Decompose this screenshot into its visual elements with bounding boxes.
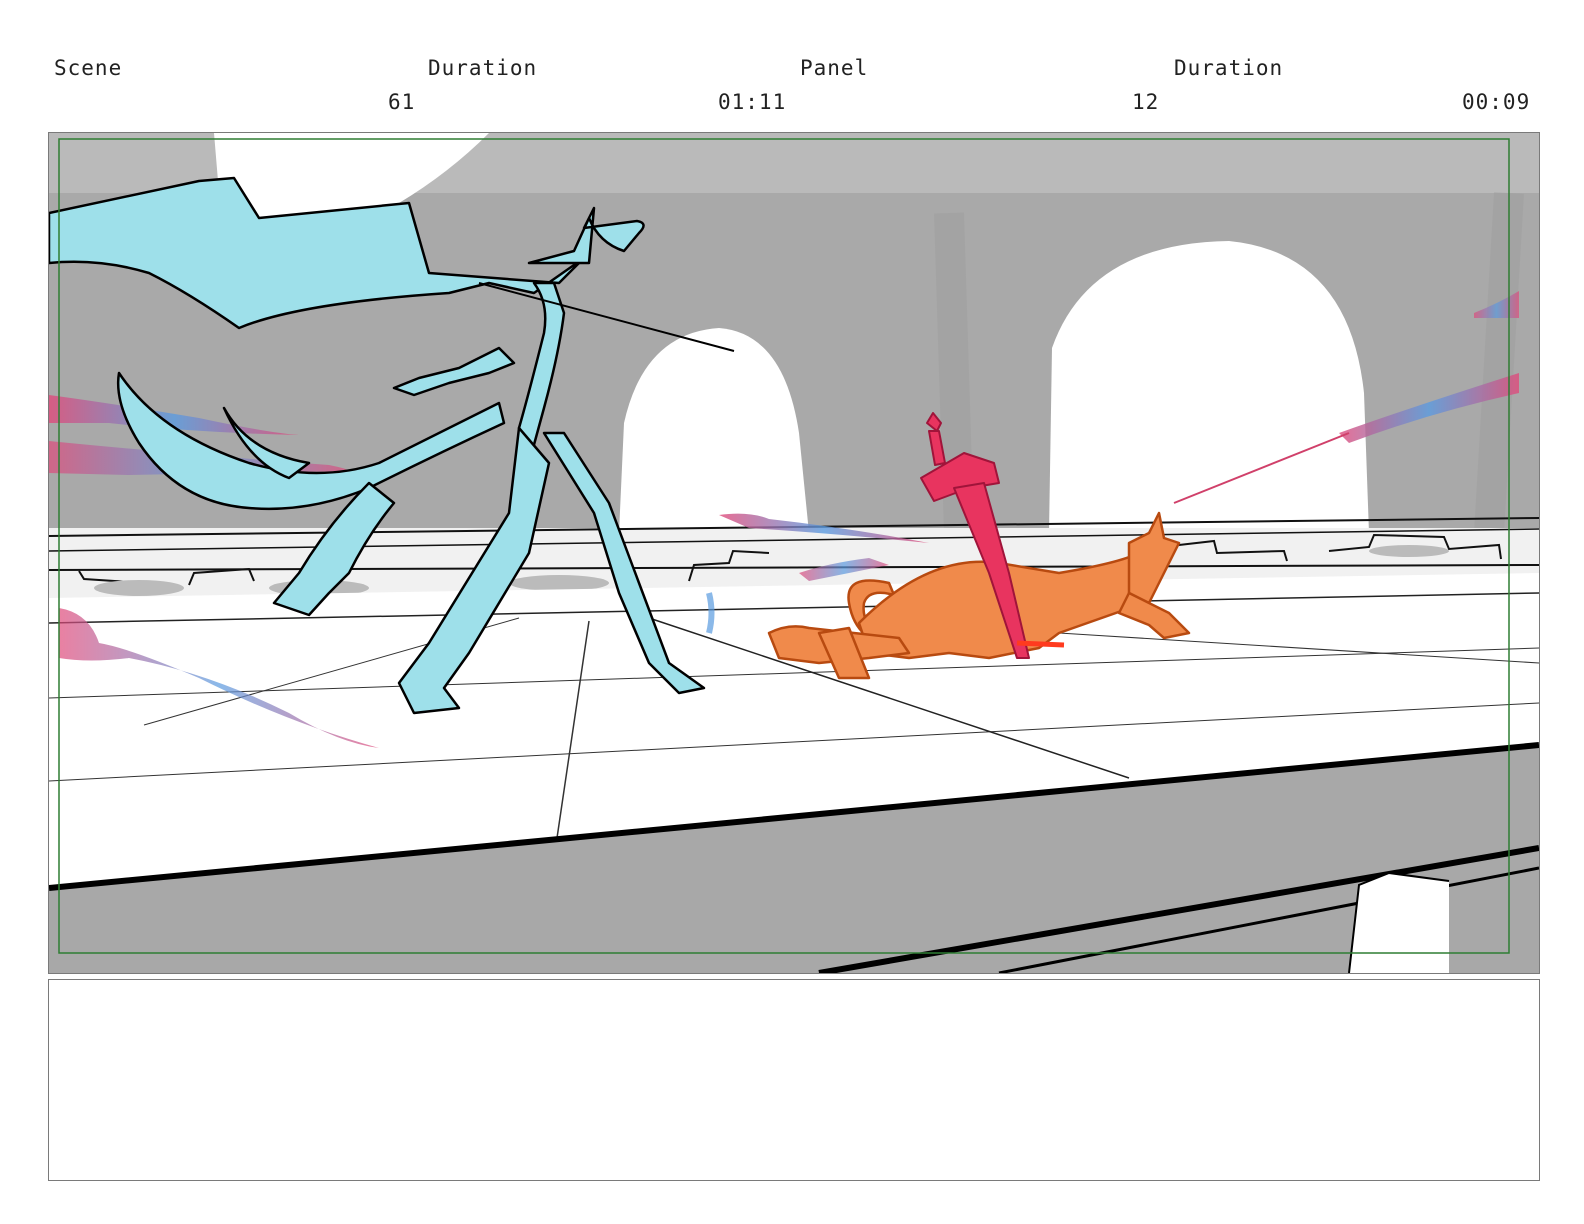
panel-number: 12: [1132, 90, 1160, 114]
panel-label: Panel: [800, 56, 869, 80]
panel-duration-label: Duration: [1174, 56, 1284, 80]
storyboard-drawing: [49, 133, 1539, 973]
panel-notes-box[interactable]: [48, 979, 1540, 1181]
panel-notes-text: [49, 980, 1539, 1004]
scene-duration-label: Duration: [428, 56, 538, 80]
scene-number: 61: [388, 90, 416, 114]
panel-duration-value: 00:09: [1462, 90, 1531, 114]
scene-label: Scene: [54, 56, 123, 80]
storyboard-panel-frame: [48, 132, 1540, 974]
scene-duration-value: 01:11: [718, 90, 787, 114]
